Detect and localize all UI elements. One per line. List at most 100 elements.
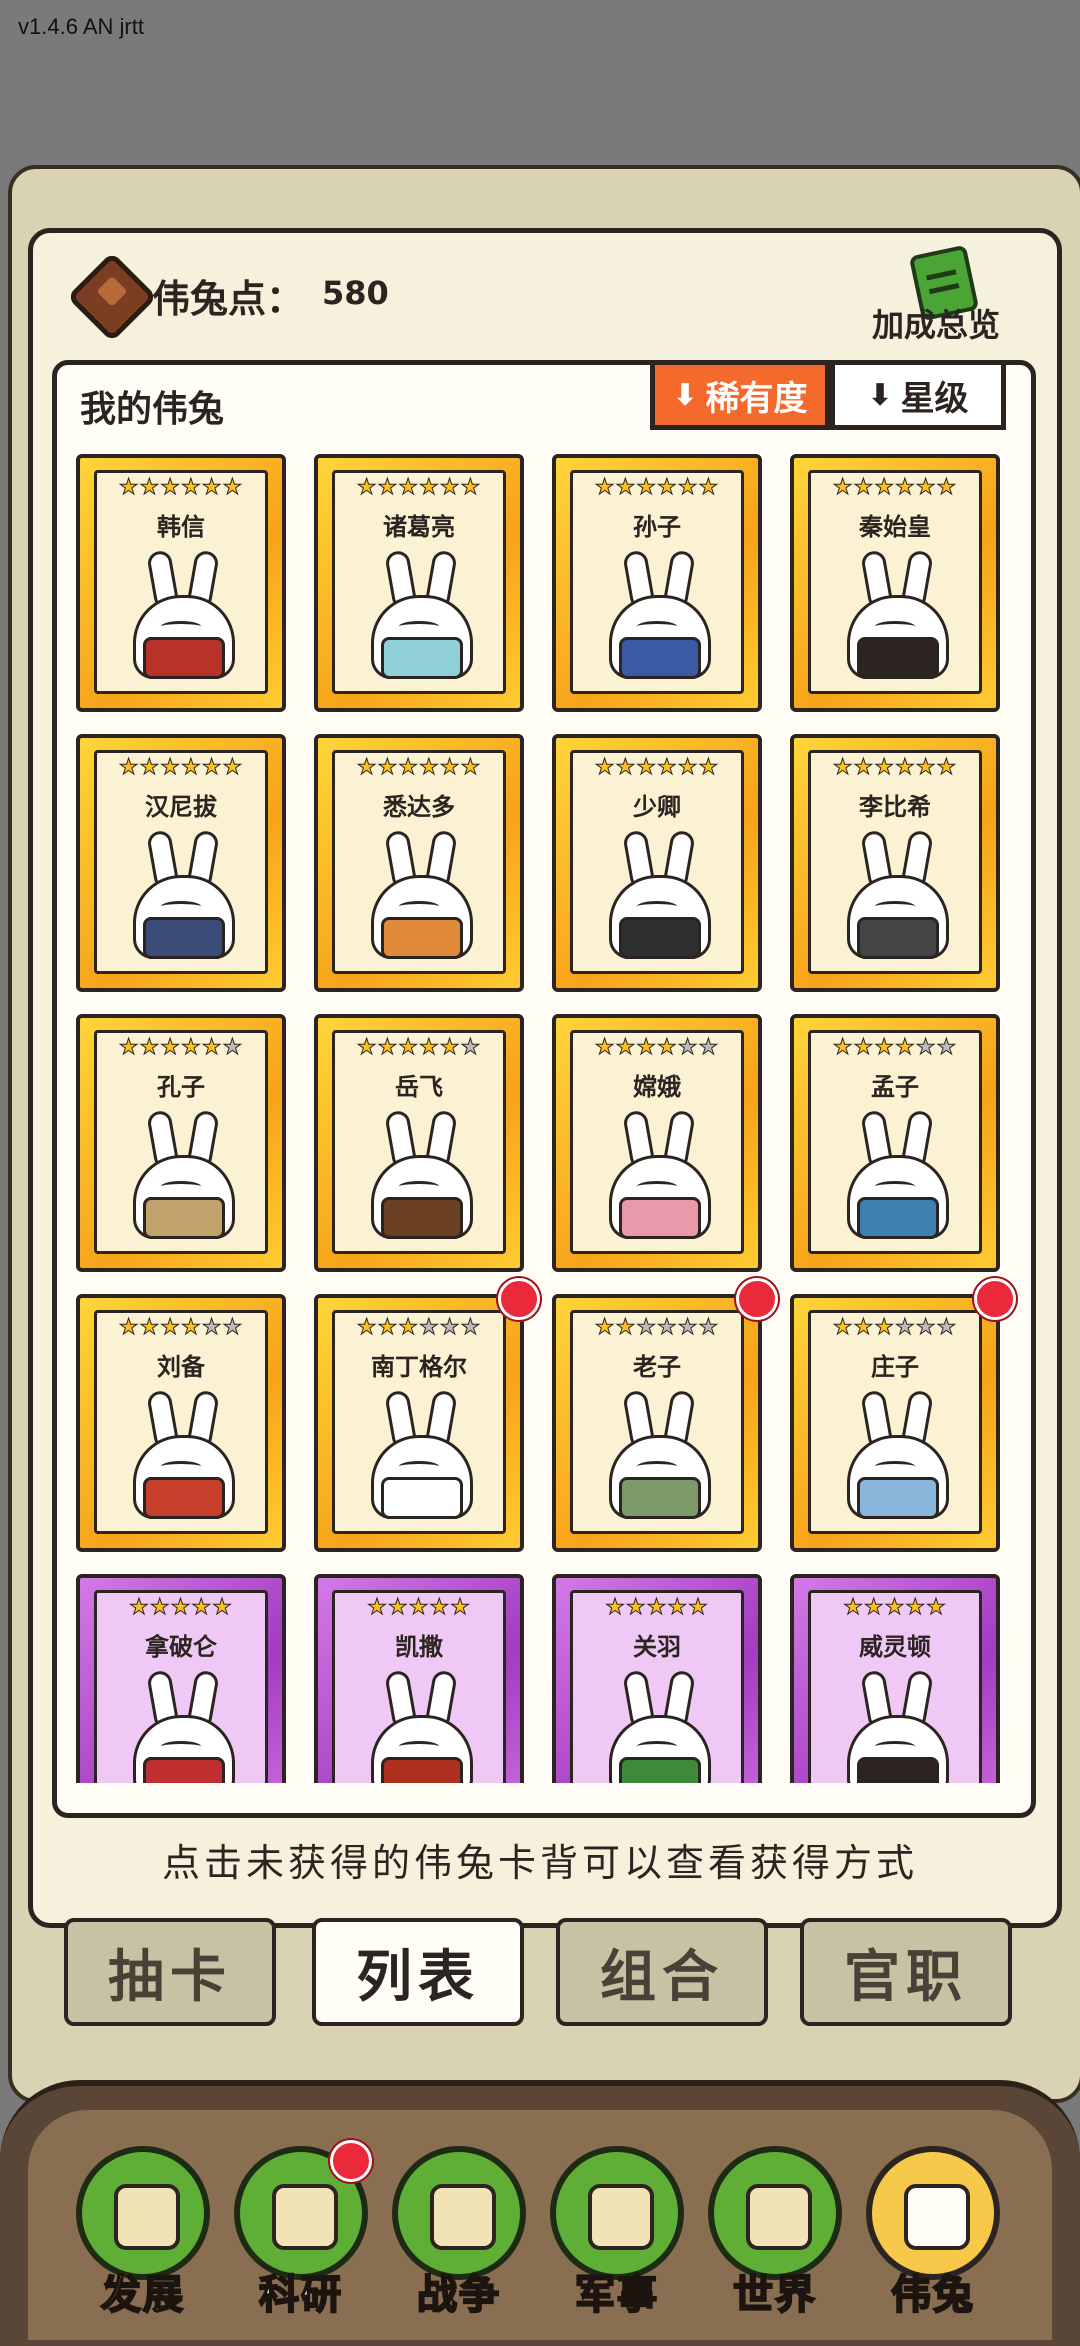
star-icon: ★ [657,755,678,781]
hero-card[interactable]: ★★★★★★ 孙子 [552,454,762,712]
star-icon: ★ [677,755,699,781]
star-icon: ★ [139,1035,161,1061]
hero-card[interactable]: ★★★★★★ 诸葛亮 [314,454,524,712]
star-icon: ★ [160,755,181,781]
star-rating: ★★★★★★ [97,1315,265,1341]
hero-card[interactable]: ★★★★★★ 汉尼拔 [76,734,286,992]
rabbit-face [399,621,439,632]
star-icon: ★ [377,1315,399,1341]
star-icon: ★ [874,475,895,501]
card-name: 拿破仑 [145,1633,217,1661]
rabbit-face [875,1181,915,1192]
rabbit-portrait [367,1669,473,1783]
rabbit-portrait [843,549,949,679]
star-rating: ★★★★★ [573,1595,741,1621]
star-icon: ★ [615,1315,637,1341]
star-icon: ★ [367,1595,388,1621]
hero-card[interactable]: ★★★★★ 威灵顿 [790,1574,1000,1783]
nav-button-2[interactable] [392,2146,526,2280]
bonus-overview-button[interactable]: 加成总览 [872,300,1000,346]
star-icon: ★ [636,1035,657,1061]
card-name: 孙子 [633,513,681,541]
star-icon: ★ [853,1035,875,1061]
star-rating: ★★★★★ [335,1595,503,1621]
hero-card[interactable]: ★★★★★★ 南丁格尔 [314,1294,524,1552]
tab-0[interactable]: 抽卡 [64,1918,276,2026]
arrow-up-icon [114,2184,180,2250]
nav-button-5[interactable] [866,2146,1000,2280]
sort-rarity-label: 稀有度 [705,378,808,419]
nav-label: 军事 [574,2271,659,2319]
card-face: ★★★★★★ 少卿 [570,750,744,974]
star-icon: ★ [915,1035,937,1061]
rabbit-face [161,1461,201,1472]
hero-card[interactable]: ★★★★★ 关羽 [552,1574,762,1783]
hero-card[interactable]: ★★★★★★ 孟子 [790,1014,1000,1272]
hero-card[interactable]: ★★★★★★ 嫦娥 [552,1014,762,1272]
nav-button-4[interactable] [708,2146,842,2280]
star-icon: ★ [356,755,378,781]
star-icon: ★ [377,1035,399,1061]
helmet-icon [588,2184,654,2250]
rabbit-portrait [367,549,473,679]
tab-1[interactable]: 列表 [312,1918,524,2026]
star-icon: ★ [677,1035,699,1061]
rabbit-portrait [605,549,711,679]
tab-2[interactable]: 组合 [556,1918,768,2026]
hero-card[interactable]: ★★★★★★ 秦始皇 [790,454,1000,712]
star-icon: ★ [419,1315,440,1341]
nav-button-0[interactable] [76,2146,210,2280]
rabbit-portrait [129,549,235,679]
points-label: 伟兔点： [152,277,305,321]
hero-card[interactable]: ★★★★★ 拿破仑 [76,1574,286,1783]
star-icon: ★ [698,1035,720,1061]
hero-card[interactable]: ★★★★★★ 韩信 [76,454,286,712]
rabbit-outfit [619,917,701,959]
star-icon: ★ [895,1035,916,1061]
star-rating: ★★★★★★ [811,755,979,781]
star-icon: ★ [853,1315,875,1341]
star-rating: ★★★★★★ [97,1035,265,1061]
tab-3[interactable]: 官职 [800,1918,1012,2026]
star-rating: ★★★★★★ [811,1315,979,1341]
card-face: ★★★★★★ 韩信 [94,470,268,694]
star-icon: ★ [181,755,202,781]
star-icon: ★ [915,1315,937,1341]
card-face: ★★★★★★ 孔子 [94,1030,268,1254]
rabbit-outfit [619,1197,701,1239]
star-icon: ★ [118,1315,140,1341]
hero-card[interactable]: ★★★★★★ 李比希 [790,734,1000,992]
hero-card[interactable]: ★★★★★★ 庄子 [790,1294,1000,1552]
hero-card[interactable]: ★★★★★★ 孔子 [76,1014,286,1272]
rabbit-outfit [381,637,463,679]
hero-card[interactable]: ★★★★★★ 岳飞 [314,1014,524,1272]
arrow-down-icon: ⬇ [867,377,893,413]
star-rating: ★★★★★ [97,1595,265,1621]
card-face: ★★★★★★ 秦始皇 [808,470,982,694]
star-icon: ★ [688,1595,709,1621]
nav-button-3[interactable] [550,2146,684,2280]
hero-card[interactable]: ★★★★★★ 少卿 [552,734,762,992]
star-icon: ★ [356,1315,378,1341]
star-icon: ★ [677,1315,699,1341]
hero-card[interactable]: ★★★★★ 凯撒 [314,1574,524,1783]
star-icon: ★ [460,1315,482,1341]
star-icon: ★ [129,1595,150,1621]
sort-star-button[interactable]: ⬇ 星级 [830,360,1006,430]
card-name: 韩信 [157,513,205,541]
notification-dot [330,2140,372,2182]
star-rating: ★★★★★★ [335,1035,503,1061]
hero-card[interactable]: ★★★★★★ 老子 [552,1294,762,1552]
card-name: 诸葛亮 [383,513,455,541]
hero-card[interactable]: ★★★★★★ 悉达多 [314,734,524,992]
sort-rarity-button[interactable]: ⬇ 稀有度 [650,360,830,430]
star-icon: ★ [636,475,657,501]
rabbit-face [399,1741,439,1752]
star-icon: ★ [212,1595,233,1621]
rabbit-portrait [843,1669,949,1783]
star-icon: ★ [419,755,440,781]
hero-card[interactable]: ★★★★★★ 刘备 [76,1294,286,1552]
star-icon: ★ [160,475,181,501]
star-icon: ★ [667,1595,689,1621]
star-icon: ★ [387,1595,409,1621]
